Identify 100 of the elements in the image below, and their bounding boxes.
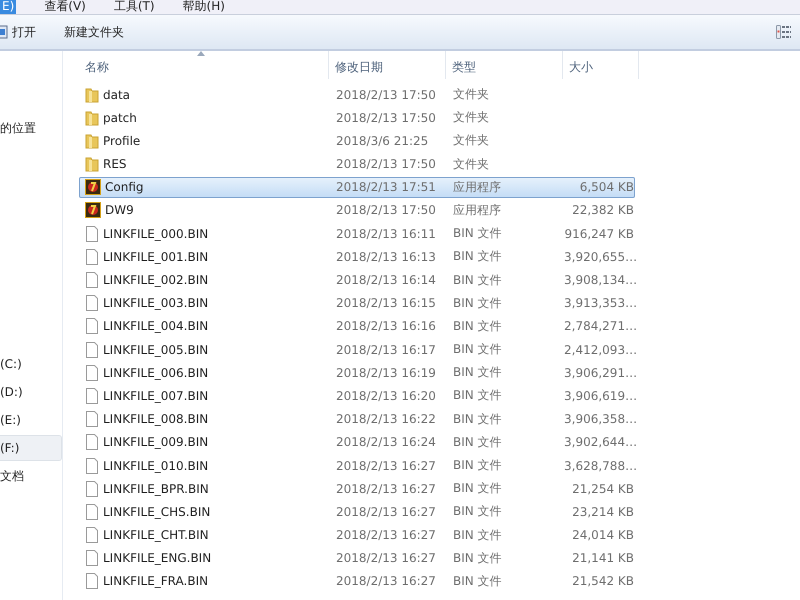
file-name: LINKFILE_CHT.BIN [103,528,209,542]
type-cell-text: BIN 文件 [452,318,503,335]
type-cell-text: BIN 文件 [452,434,503,451]
file-name: LINKFILE_002.BIN [103,273,208,287]
file-name: LINKFILE_001.BIN [103,250,208,264]
file-icon [85,272,99,288]
size-cell: 916,247 KB [564,226,634,241]
file-row[interactable]: Config 2018/2/13 17:51 应用程序 6,504 KB [79,176,635,198]
file-row[interactable]: LINKFILE_CHT.BIN 2018/2/13 16:27 BIN 文件 24,014 KB [79,524,635,546]
nav-item[interactable]: 文档 [0,463,62,489]
type-cell-text: BIN 文件 [452,480,503,498]
file-name: LINKFILE_006.BIN [103,366,208,380]
column-header[interactable]: 名称 [79,51,329,79]
file-icon [85,295,99,312]
date-cell-text: 2018/2/13 16:27 [335,528,437,542]
file-row[interactable]: patch 2018/2/13 17:50 文件夹 [79,107,635,128]
file-row[interactable]: LINKFILE_008.BIN 2018/2/13 16:22 BIN 文件 3,906,358… [79,408,635,430]
nav-item[interactable]: (D:) [0,379,62,405]
folder-icon [85,86,99,102]
size-cell-text: 22,382 KB [571,203,634,218]
date-cell-text: 2018/2/13 17:50 [335,157,437,172]
size-cell: 3,906,291… [564,366,634,380]
file-row[interactable]: LINKFILE_002.BIN 2018/2/13 16:14 BIN 文件 3,908,134… [79,270,635,290]
view-options-icon[interactable] [776,25,792,39]
type-cell-text: BIN 文件 [452,248,503,266]
nav-item[interactable]: (C:) [0,351,62,377]
size-cell: 3,913,353… [564,296,634,310]
date-cell-text: 2018/2/13 16:14 [335,273,437,287]
file-icon [85,480,99,497]
type-cell-text: BIN 文件 [452,364,503,382]
file-icon [85,527,99,544]
size-cell-text: 21,141 KB [571,551,634,566]
date-cell-text: 2018/2/13 16:27 [335,482,437,496]
file-row[interactable]: LINKFILE_003.BIN 2018/2/13 16:15 BIN 文件 3,913,353… [79,292,635,314]
nav-item[interactable]: 的位置 [0,115,62,141]
type-cell-text: BIN 文件 [452,457,503,474]
file-icon [85,411,99,428]
file-row[interactable]: LINKFILE_BPR.BIN 2018/2/13 16:27 BIN 文件 21,254 KB [79,478,635,500]
file-name: DW9 [105,203,134,218]
file-row[interactable]: LINKFILE_FRA.BIN 2018/2/13 16:27 BIN 文件 21,542 KB [79,570,635,592]
nav-item[interactable]: (F:) [0,435,62,461]
file-row[interactable]: data 2018/2/13 17:50 文件夹 [79,84,635,105]
file-row[interactable]: LINKFILE_CHS.BIN 2018/2/13 16:27 BIN 文件 23,214 KB [79,501,635,522]
date-cell-text: 2018/2/13 17:50 [335,203,437,218]
date-cell-text: 2018/2/13 16:27 [335,551,437,566]
date-cell-text: 2018/2/13 16:27 [335,574,437,588]
file-row[interactable]: LINKFILE_004.BIN 2018/2/13 16:16 BIN 文件 2,784,271… [79,316,635,337]
toolbar-button[interactable]: 打开 [0,20,44,44]
file-row[interactable]: LINKFILE_000.BIN 2018/2/13 16:11 BIN 文件 916,247 KB [79,223,635,244]
size-cell-text: 21,254 KB [571,482,634,496]
menu-item[interactable]: 工具(T) [106,0,163,14]
file-row[interactable]: LINKFILE_006.BIN 2018/2/13 16:19 BIN 文件 3,906,291… [79,362,635,384]
file-row[interactable]: LINKFILE_009.BIN 2018/2/13 16:24 BIN 文件 3,902,644… [79,432,635,453]
file-icon [85,434,99,450]
date-cell-text: 2018/2/13 16:27 [335,504,437,519]
file-row[interactable]: LINKFILE_007.BIN 2018/2/13 16:20 BIN 文件 3,906,619… [79,385,635,406]
menu-item[interactable]: 查看(V) [36,0,94,14]
file-name: LINKFILE_004.BIN [103,319,208,334]
file-name: LINKFILE_003.BIN [103,296,208,310]
file-row[interactable]: LINKFILE_005.BIN 2018/2/13 16:17 BIN 文件 2,412,093… [79,339,635,360]
column-header[interactable]: 大小 [563,51,639,79]
size-cell: 3,908,134… [564,273,634,287]
size-cell-text: 21,542 KB [571,574,634,588]
date-cell-text: 2018/2/13 16:17 [335,342,437,357]
nav-item[interactable]: (E:) [0,407,62,433]
column-header[interactable]: 修改日期 [329,51,446,79]
file-row[interactable]: DW9 2018/2/13 17:50 应用程序 22,382 KB [79,200,635,221]
type-cell-text: 文件夹 [452,132,490,150]
type-cell-text: 应用程序 [452,202,502,219]
file-name: data [103,88,130,102]
date-cell-text: 2018/2/13 17:50 [335,110,437,125]
type-cell-text: BIN 文件 [452,526,503,544]
file-row[interactable]: LINKFILE_001.BIN 2018/2/13 16:13 BIN 文件 3,920,655… [79,246,635,268]
date-cell-text: 2018/2/13 16:16 [335,319,437,334]
file-row[interactable]: Profile 2018/3/6 21:25 文件夹 [79,130,635,152]
type-cell-text: BIN 文件 [452,550,503,567]
date-cell-text: 2018/2/13 16:11 [335,226,437,241]
file-icon [85,504,99,520]
menu-item[interactable]: E) [0,0,16,14]
file-name: LINKFILE_005.BIN [103,342,208,357]
column-header[interactable]: 类型 [446,51,563,79]
file-name: RES [103,157,127,172]
file-name: LINKFILE_007.BIN [103,388,208,403]
type-cell-text: BIN 文件 [452,387,503,404]
type-cell-text: BIN 文件 [452,341,503,358]
file-icon [85,550,99,566]
file-row[interactable]: LINKFILE_ENG.BIN 2018/2/13 16:27 BIN 文件 21,141 KB [79,548,635,569]
file-name: LINKFILE_000.BIN [103,226,208,241]
file-name: Config [105,180,144,194]
size-cell-text: 6,504 KB [578,180,634,194]
file-icon [85,226,99,242]
toolbar-button[interactable]: 新建文件夹 [56,20,132,44]
date-cell-text: 2018/2/13 16:24 [335,435,437,450]
file-row[interactable]: LINKFILE_010.BIN 2018/2/13 16:27 BIN 文件 3,628,788… [79,455,635,476]
size-cell-text: 24,014 KB [571,528,634,542]
size-cell: 3,902,644… [564,435,634,450]
menu-item[interactable]: 帮助(H) [174,0,233,14]
file-row[interactable]: RES 2018/2/13 17:50 文件夹 [79,154,635,175]
file-name: LINKFILE_010.BIN [103,458,208,472]
window-icon [0,25,8,39]
